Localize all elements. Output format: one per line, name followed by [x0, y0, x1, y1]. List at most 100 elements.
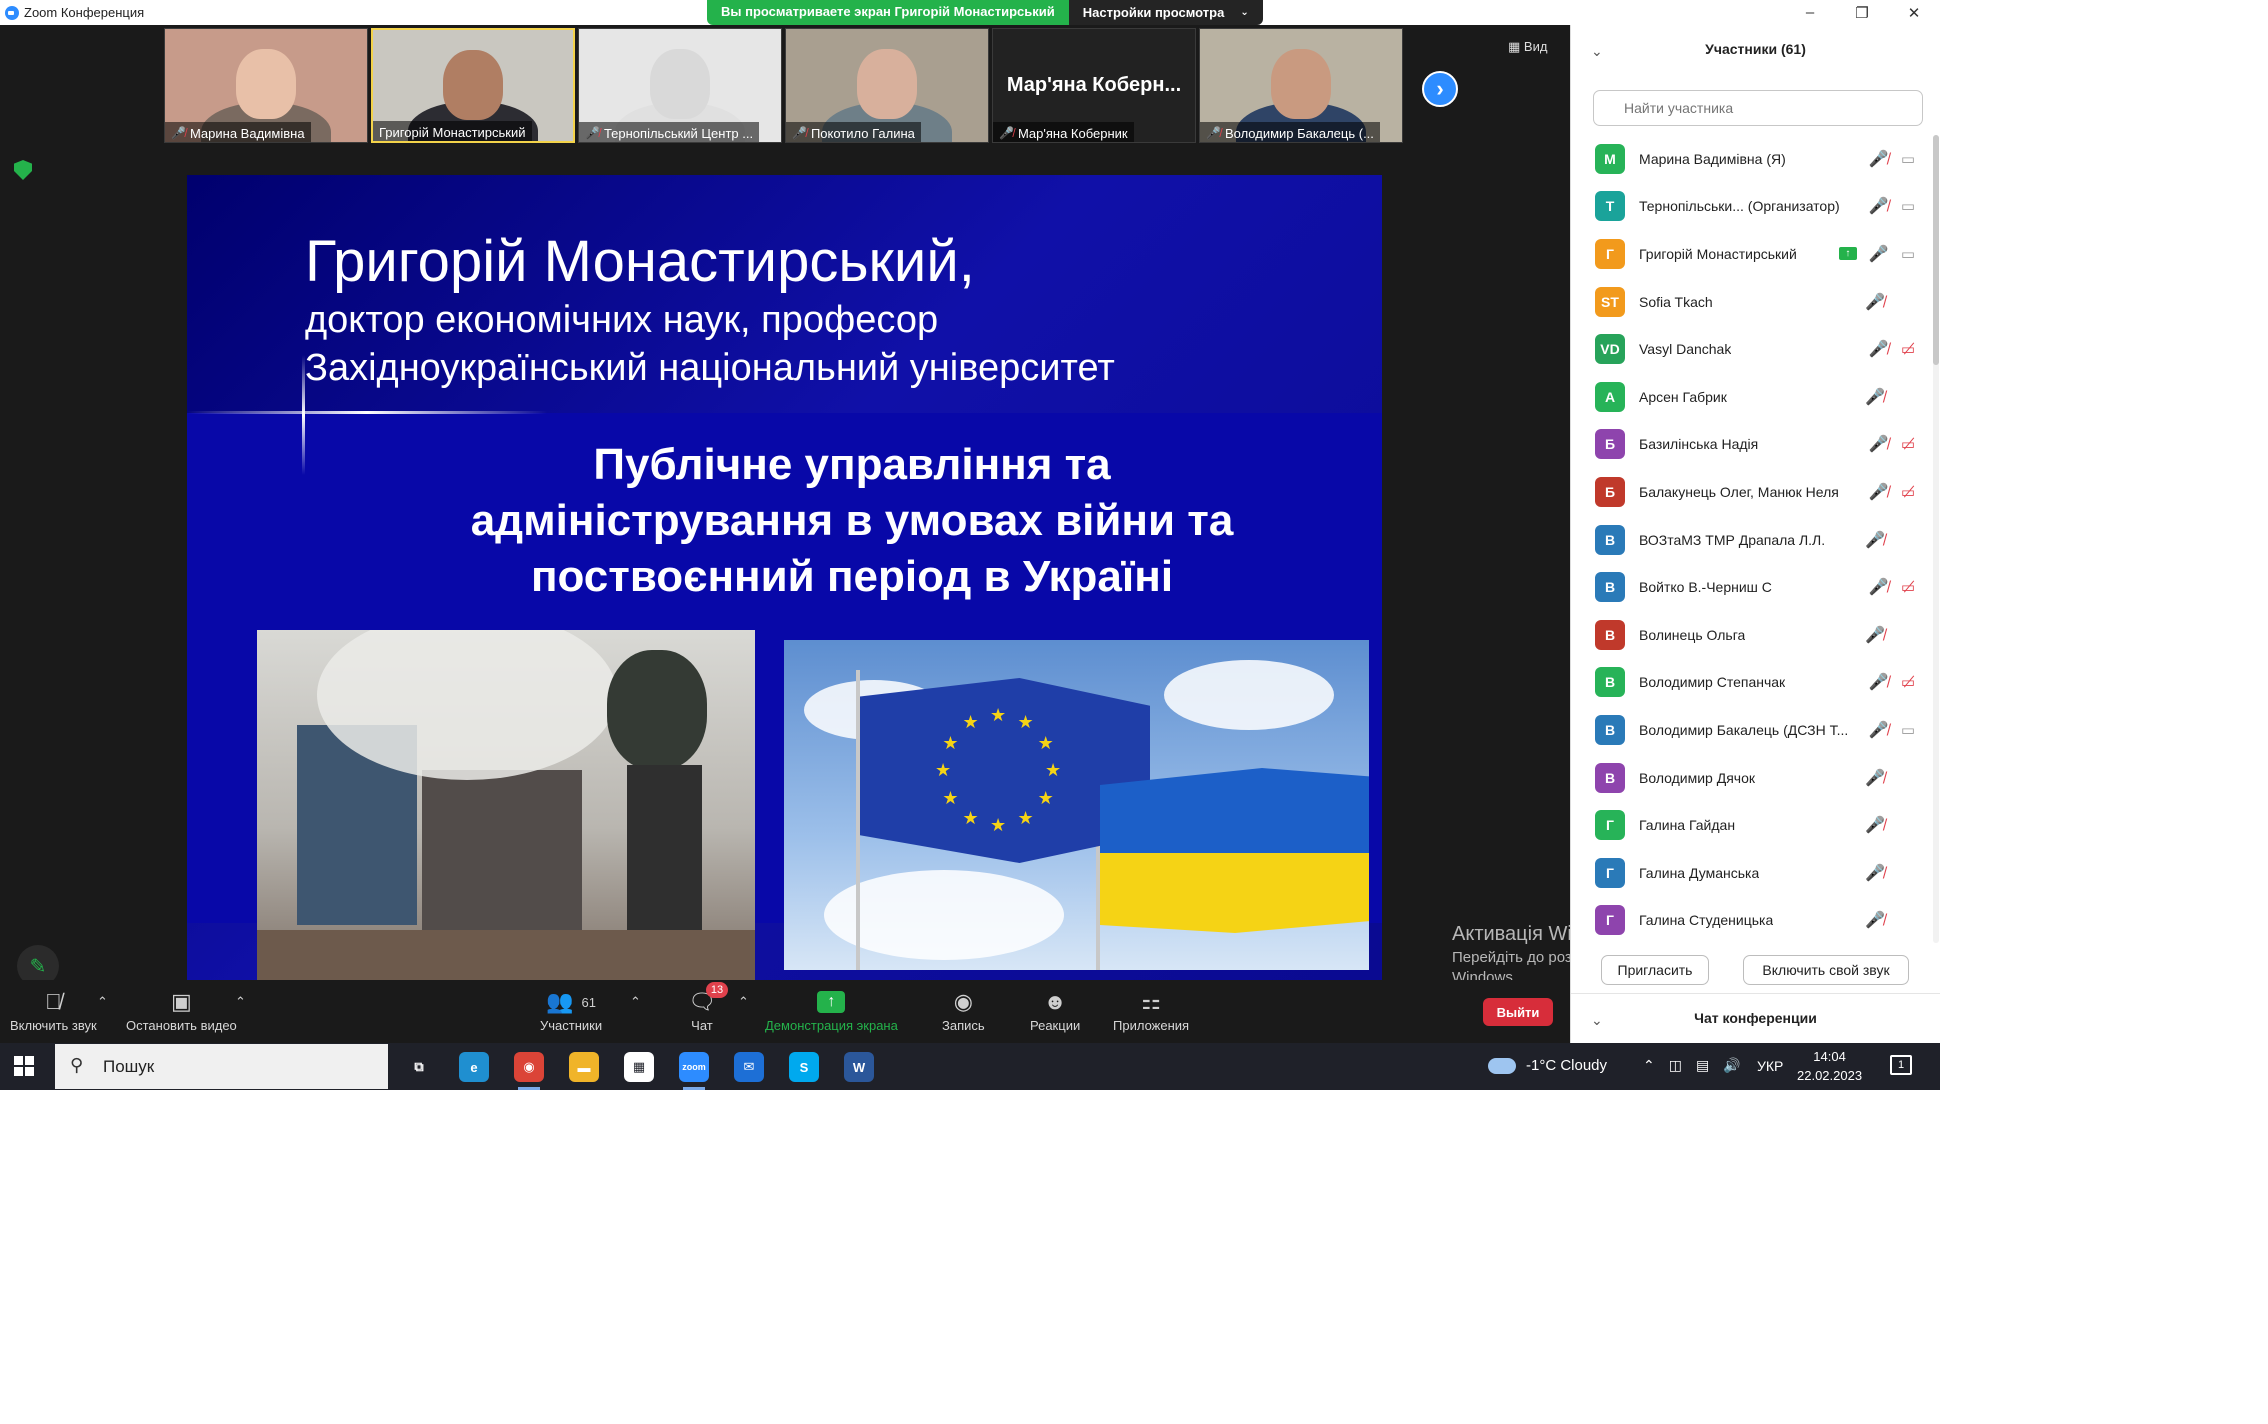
participant-status-icons: 🎤̸ ▭̸ — [1869, 672, 1915, 692]
chrome-icon[interactable]: ◉ — [514, 1052, 544, 1090]
notifications-icon[interactable]: 1 — [1890, 1055, 1912, 1075]
device-icon[interactable]: ◫ — [1669, 1057, 1682, 1074]
language-indicator[interactable]: УКР — [1757, 1058, 1783, 1074]
participant-row[interactable]: В Войтко В.-Черниш С 🎤̸ ▭̸ — [1571, 563, 1929, 611]
store-icon[interactable]: ▦ — [624, 1052, 654, 1082]
stop-video-button[interactable]: ▣ Остановить видео — [126, 988, 237, 1033]
mail-icon[interactable]: ✉ — [734, 1052, 764, 1082]
unmute-me-button[interactable]: Включить свой звук — [1743, 955, 1909, 985]
participant-status-icons: 🎤̸ — [1865, 815, 1915, 835]
participant-row[interactable]: В Володимир Степанчак 🎤̸ ▭̸ — [1571, 659, 1929, 707]
eu-star-icon: ★ — [962, 712, 979, 733]
eu-star-icon: ★ — [990, 705, 1007, 725]
unmute-label: Включить звук — [10, 1018, 97, 1033]
slide-degree: доктор економічних наук, професор — [305, 299, 939, 341]
video-thumbnail[interactable]: 🎤̸ Покотило Галина — [785, 28, 989, 143]
video-thumbnail[interactable]: 🎤̸ Володимир Бакалець (... — [1199, 28, 1403, 143]
participant-name: Галина Думанська — [1639, 864, 1760, 881]
video-thumbnail[interactable]: Григорій Монастирський — [371, 28, 575, 143]
participant-face — [443, 49, 503, 120]
participant-name: Володимир Степанчак — [1639, 674, 1786, 691]
weather-text: -1°C Cloudy — [1526, 1057, 1608, 1074]
participant-name: ВОЗтаМЗ ТМР Драпала Л.Л. — [1639, 531, 1826, 548]
participant-face — [236, 49, 296, 120]
invite-button[interactable]: Пригласить — [1601, 955, 1709, 985]
panel-title: Участники (61) — [1705, 41, 1806, 57]
video-thumbnail[interactable]: Мар'яна Коберн... 🎤̸ Мар'яна Коберник — [992, 28, 1196, 143]
participant-row[interactable]: Б Базилінська Надія 🎤̸ ▭̸ — [1571, 421, 1929, 469]
clock[interactable]: 14:04 22.02.2023 — [1797, 1047, 1862, 1085]
close-button[interactable]: ✕ — [1888, 0, 1940, 25]
eu-star-icon: ★ — [935, 760, 952, 780]
apps-button[interactable]: ⚏ Приложения — [1113, 988, 1189, 1033]
participants-options-caret[interactable]: ⌃ — [630, 988, 641, 1016]
participants-button[interactable]: 👥 61 Участники — [540, 988, 602, 1033]
participant-row[interactable]: ST Sofia Tkach 🎤̸ — [1571, 278, 1929, 326]
next-page-button[interactable]: › — [1422, 71, 1458, 107]
participant-row[interactable]: Г Галина Студеницька 🎤̸ — [1571, 897, 1929, 945]
sharing-icon: ↑ — [1838, 247, 1857, 261]
volume-icon[interactable]: 🔊 — [1723, 1057, 1740, 1074]
chevron-down-icon: ⌄ — [1240, 7, 1249, 18]
stop-video-label: Остановить видео — [126, 1018, 237, 1033]
camera-icon: ▭ — [1900, 150, 1915, 168]
thumbnail-strip: 🎤̸ Марина Вадимівна Григорій Монастирський… — [164, 28, 1403, 143]
participant-row[interactable]: В Володимир Бакалець (ДСЗН Т... 🎤̸ ▭ — [1571, 706, 1929, 754]
edge-icon[interactable]: e — [459, 1052, 489, 1082]
windows-start-button[interactable] — [14, 1056, 34, 1076]
chat-options-caret[interactable]: ⌃ — [738, 988, 749, 1016]
participant-row[interactable]: В ВОЗтаМЗ ТМР Драпала Л.Л. 🎤̸ — [1571, 516, 1929, 564]
participant-row[interactable]: Г Галина Думанська 🎤̸ — [1571, 849, 1929, 897]
camera-icon: ▭ — [1900, 721, 1915, 739]
scrollbar-thumb[interactable] — [1933, 135, 1939, 365]
eu-star-icon: ★ — [1045, 760, 1062, 780]
record-button[interactable]: ◉ Запись — [942, 988, 985, 1033]
participant-row[interactable]: Г Григорій Монастирський ↑ 🎤 ▭ — [1571, 230, 1929, 278]
share-banner-text: Вы просматриваете экран Григорій Монасти… — [707, 0, 1069, 25]
unmute-button[interactable]: 🎙̸ Включить звук — [10, 988, 97, 1033]
participant-row[interactable]: Г Галина Гайдан 🎤̸ — [1571, 801, 1929, 849]
participant-search-input[interactable] — [1593, 90, 1923, 126]
word-icon[interactable]: W — [844, 1052, 874, 1082]
participant-row[interactable]: Б Балакунець Олег, Манюк Неля 🎤̸ ▭̸ — [1571, 468, 1929, 516]
panel-header: ⌄ Участники (61) — [1571, 25, 1940, 77]
mic-muted-icon: 🎤̸ — [1865, 864, 1885, 882]
taskbar-search-box[interactable]: Пошук — [55, 1044, 388, 1089]
reactions-button[interactable]: ☻ Реакции — [1030, 988, 1080, 1033]
task-view-icon[interactable]: ⧉ — [404, 1052, 434, 1082]
participant-row[interactable]: В Володимир Дячок 🎤̸ — [1571, 754, 1929, 802]
participant-row[interactable]: Т Тернопільськи... (Организатор) 🎤̸ ▭ — [1571, 183, 1929, 231]
weather-widget[interactable]: -1°C Cloudy — [1488, 1057, 1607, 1074]
mic-muted-icon: 🎤̸ — [1865, 626, 1885, 644]
skype-icon[interactable]: S — [789, 1052, 819, 1082]
mic-muted-icon: 🎤̸ — [1868, 674, 1889, 692]
network-icon[interactable]: ▤ — [1696, 1057, 1709, 1074]
maximize-button[interactable]: ❐ — [1836, 0, 1888, 25]
video-thumbnail[interactable]: 🎤̸ Марина Вадимівна — [164, 28, 368, 143]
zoom-icon[interactable]: zoom — [679, 1052, 709, 1090]
leave-button[interactable]: Выйти — [1483, 998, 1553, 1026]
security-shield-icon[interactable] — [14, 160, 32, 180]
thumbnail-name-text: Покотило Галина — [810, 125, 915, 141]
participant-row[interactable]: В Волинець Ольга 🎤̸ — [1571, 611, 1929, 659]
view-settings-button[interactable]: Настройки просмотра ⌄ — [1068, 0, 1263, 25]
chat-button[interactable]: 🗨 13 Чат — [688, 982, 728, 1033]
video-options-caret[interactable]: ⌃ — [235, 988, 246, 1016]
explorer-icon[interactable]: ▬ — [569, 1052, 599, 1082]
participant-list-scrollbar[interactable] — [1933, 135, 1939, 943]
video-thumbnail[interactable]: 🎤̸ Тернопільський Центр ... — [578, 28, 782, 143]
participant-row[interactable]: VD Vasyl Danchak 🎤̸ ▭̸ — [1571, 325, 1929, 373]
cloud — [824, 870, 1064, 960]
minimize-button[interactable]: – — [1784, 0, 1836, 25]
participant-name: Vasyl Danchak — [1639, 341, 1732, 358]
view-button[interactable]: ▦ Вид — [1508, 39, 1547, 55]
audio-options-caret[interactable]: ⌃ — [97, 988, 108, 1016]
participant-row[interactable]: М Марина Вадимівна (Я) 🎤̸ ▭ — [1571, 135, 1929, 183]
zoom-app-icon — [5, 6, 19, 20]
share-screen-button[interactable]: ↑ Демонстрация экрана — [765, 988, 898, 1033]
flags-photo: ★ ★ ★ ★ ★ ★ ★ ★ ★ ★ ★ ★ — [784, 640, 1369, 970]
mic-muted-icon: 🎤̸ — [1865, 531, 1885, 549]
chevron-up-icon[interactable]: ⌃ — [1643, 1057, 1655, 1074]
participant-row[interactable]: А Арсен Габрик 🎤̸ — [1571, 373, 1929, 421]
search-icon: ⚲ — [70, 1055, 84, 1075]
